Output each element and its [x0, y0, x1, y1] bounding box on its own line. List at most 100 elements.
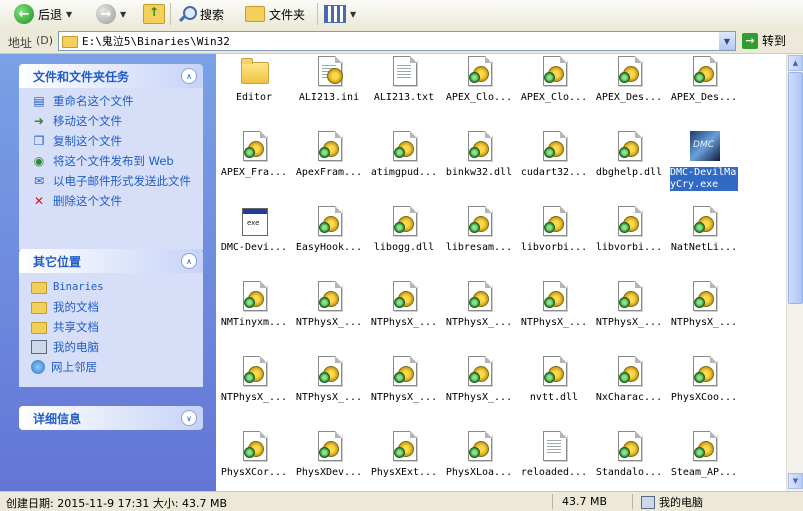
- dll-file-icon: [240, 281, 268, 313]
- file-item[interactable]: APEX_Fra...: [218, 131, 290, 179]
- file-item[interactable]: ApexFram...: [293, 131, 365, 179]
- dll-file-icon: [690, 281, 718, 313]
- folders-button[interactable]: 文件夹: [245, 2, 305, 26]
- place-network[interactable]: 网上邻居: [31, 357, 203, 377]
- scroll-down-icon[interactable]: ▼: [788, 473, 803, 489]
- file-item[interactable]: DMC-DevilMayCry.exe: [668, 131, 740, 191]
- file-item[interactable]: NTPhysX_...: [593, 281, 665, 329]
- details-header[interactable]: 详细信息 ∨: [19, 406, 203, 430]
- collapse-up-icon[interactable]: ∧: [181, 253, 197, 269]
- file-item[interactable]: NTPhysX_...: [368, 356, 440, 404]
- file-label: PhysXLoa...: [445, 467, 513, 478]
- collapse-up-icon[interactable]: ∧: [181, 68, 197, 84]
- task-email[interactable]: ✉ 以电子邮件形式发送此文件: [31, 174, 203, 188]
- back-arrow-icon: ←: [14, 4, 34, 24]
- file-tasks-header[interactable]: 文件和文件夹任务 ∧: [19, 64, 203, 88]
- file-item[interactable]: nvtt.dll: [518, 356, 590, 404]
- file-item[interactable]: APEX_Des...: [593, 56, 665, 104]
- file-item[interactable]: NTPhysX_...: [518, 281, 590, 329]
- exe-file-icon: [240, 206, 268, 238]
- file-label: NTPhysX_...: [445, 392, 513, 403]
- file-item[interactable]: NatNetLi...: [668, 206, 740, 254]
- up-button[interactable]: ↑: [143, 2, 165, 26]
- file-item[interactable]: Editor: [218, 56, 290, 104]
- file-item[interactable]: NTPhysX_...: [218, 356, 290, 404]
- task-label: 删除这个文件: [53, 194, 122, 208]
- file-item[interactable]: APEX_Clo...: [518, 56, 590, 104]
- task-delete[interactable]: ✕ 删除这个文件: [31, 194, 203, 208]
- file-item[interactable]: ALI213.txt: [368, 56, 440, 104]
- file-label: libogg.dll: [373, 242, 435, 253]
- vertical-scrollbar[interactable]: ▲ ▼: [786, 54, 803, 491]
- place-binaries[interactable]: Binaries: [31, 277, 203, 297]
- go-button[interactable]: → 转到: [742, 32, 786, 49]
- file-list: Editor ALI213.ini ALI213.txt APEX_Clo... APE…: [216, 54, 786, 491]
- address-label: 地址: [8, 36, 33, 50]
- file-item[interactable]: NTPhysX_...: [668, 281, 740, 329]
- file-item[interactable]: NMTinyxm...: [218, 281, 290, 329]
- file-item[interactable]: libvorbi...: [593, 206, 665, 254]
- search-button[interactable]: 搜索: [178, 2, 224, 26]
- file-label: PhysXExt...: [370, 467, 438, 478]
- file-item[interactable]: binkw32.dll: [443, 131, 515, 179]
- text-file-icon: [390, 56, 418, 88]
- other-places-header[interactable]: 其它位置 ∧: [19, 249, 203, 273]
- file-item[interactable]: DMC-Devi...: [218, 206, 290, 254]
- file-item[interactable]: cudart32...: [518, 131, 590, 179]
- file-item[interactable]: NTPhysX_...: [443, 281, 515, 329]
- file-item[interactable]: Steam_AP...: [668, 431, 740, 479]
- file-item[interactable]: APEX_Clo...: [443, 56, 515, 104]
- file-item[interactable]: libvorbi...: [518, 206, 590, 254]
- file-item[interactable]: NTPhysX_...: [293, 281, 365, 329]
- file-label: NxCharac...: [595, 392, 663, 403]
- dll-file-icon: [690, 431, 718, 463]
- file-item[interactable]: atimgpud...: [368, 131, 440, 179]
- task-label: 移动这个文件: [53, 114, 122, 128]
- file-item[interactable]: libresam...: [443, 206, 515, 254]
- place-my-computer[interactable]: 我的电脑: [31, 337, 203, 357]
- task-move[interactable]: ➜ 移动这个文件: [31, 114, 203, 128]
- file-item[interactable]: Standalo...: [593, 431, 665, 479]
- file-item[interactable]: dbghelp.dll: [593, 131, 665, 179]
- file-item[interactable]: EasyHook...: [293, 206, 365, 254]
- expand-down-icon[interactable]: ∨: [181, 410, 197, 426]
- back-button[interactable]: ← 后退 ▼: [14, 2, 72, 26]
- forward-button[interactable]: → ▼: [96, 2, 126, 26]
- file-item[interactable]: reloaded...: [518, 431, 590, 479]
- file-label: EasyHook...: [295, 242, 363, 253]
- file-item[interactable]: NTPhysX_...: [368, 281, 440, 329]
- email-icon: ✉: [33, 174, 45, 188]
- place-label: 我的文档: [53, 300, 99, 314]
- rename-icon: ▤: [33, 94, 45, 108]
- task-rename[interactable]: ▤ 重命名这个文件: [31, 94, 203, 108]
- file-item[interactable]: PhysXLoa...: [443, 431, 515, 479]
- file-item[interactable]: APEX_Des...: [668, 56, 740, 104]
- task-publish-web[interactable]: ◉ 将这个文件发布到 Web: [31, 154, 203, 168]
- address-input[interactable]: E:\鬼泣5\Binaries\Win32 ▼: [58, 31, 736, 51]
- views-button[interactable]: ▼: [324, 2, 356, 26]
- details-title: 详细信息: [33, 411, 82, 426]
- file-item[interactable]: NxCharac...: [593, 356, 665, 404]
- task-copy[interactable]: ❐ 复制这个文件: [31, 134, 203, 148]
- scroll-thumb[interactable]: [788, 72, 803, 304]
- file-item[interactable]: libogg.dll: [368, 206, 440, 254]
- file-label: NTPhysX_...: [220, 392, 288, 403]
- file-item[interactable]: PhysXExt...: [368, 431, 440, 479]
- file-label: libvorbi...: [520, 242, 588, 253]
- computer-icon: [31, 340, 47, 354]
- toolbar-separator: [170, 3, 171, 25]
- file-item[interactable]: PhysXCoo...: [668, 356, 740, 404]
- place-shared-documents[interactable]: 共享文档: [31, 317, 203, 337]
- forward-dropdown-icon[interactable]: ▼: [120, 10, 126, 19]
- back-dropdown-icon[interactable]: ▼: [66, 10, 72, 19]
- file-item[interactable]: PhysXDev...: [293, 431, 365, 479]
- address-bar: 地址 (D) E:\鬼泣5\Binaries\Win32 ▼ → 转到: [0, 29, 803, 54]
- scroll-up-icon[interactable]: ▲: [788, 55, 803, 71]
- dll-file-icon: [465, 206, 493, 238]
- place-my-documents[interactable]: 我的文档: [31, 297, 203, 317]
- address-dropdown-icon[interactable]: ▼: [719, 32, 735, 50]
- file-item[interactable]: ALI213.ini: [293, 56, 365, 104]
- file-item[interactable]: PhysXCor...: [218, 431, 290, 479]
- file-item[interactable]: NTPhysX_...: [443, 356, 515, 404]
- file-item[interactable]: NTPhysX_...: [293, 356, 365, 404]
